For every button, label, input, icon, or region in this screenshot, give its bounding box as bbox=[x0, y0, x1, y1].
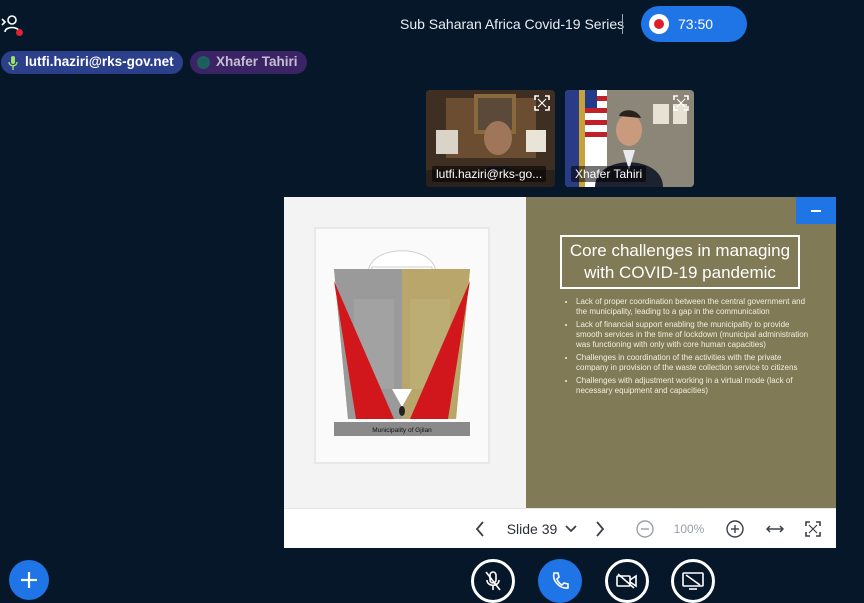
slide-select-toggle[interactable] bbox=[564, 509, 578, 548]
slide-logo-panel: Municipality of Gjilan bbox=[284, 197, 526, 508]
webcam-username: Xhafer Tahiri bbox=[571, 166, 647, 182]
logo-caption: Municipality of Gjilan bbox=[372, 427, 432, 434]
fullscreen-icon[interactable] bbox=[673, 95, 689, 111]
audio-button[interactable] bbox=[538, 559, 582, 603]
slide-bullet: Challenges in coordination of the activi… bbox=[576, 353, 816, 373]
webcam-username: lutfi.haziri@rks-go... bbox=[432, 166, 547, 182]
municipality-logo: Municipality of Gjilan bbox=[334, 250, 470, 436]
slide-bullet: Lack of proper coordination between the … bbox=[576, 297, 816, 317]
mute-button[interactable] bbox=[471, 559, 515, 603]
meeting-title: Sub Saharan Africa Covid-19 Series bbox=[400, 16, 625, 32]
plus-icon bbox=[21, 572, 37, 588]
zoom-in-icon bbox=[726, 519, 744, 538]
presentation-toolbar: Slide 39 100% bbox=[284, 508, 836, 548]
slide-bullet: Challenges with adjustment working in a … bbox=[576, 376, 816, 396]
slide-select[interactable]: Slide 39 bbox=[502, 509, 562, 548]
zoom-out-button[interactable] bbox=[634, 509, 656, 548]
talker-name: Xhafer Tahiri bbox=[216, 54, 298, 69]
slide-bullet-list: Lack of proper coordination between the … bbox=[564, 297, 816, 399]
fit-width-icon bbox=[766, 524, 784, 533]
slide-title: Core challenges in managing with COVID-1… bbox=[560, 235, 800, 289]
talker-indicator[interactable]: lutfi.haziri@rks-gov.net bbox=[1, 51, 183, 74]
phone-icon bbox=[552, 572, 569, 589]
chevron-left-icon bbox=[475, 520, 484, 537]
mic-off-icon bbox=[485, 571, 501, 591]
municipality-logo-frame: Municipality of Gjilan bbox=[314, 227, 490, 464]
actions-button[interactable] bbox=[9, 560, 49, 600]
screenshare-off-icon bbox=[682, 572, 704, 590]
presentation-area: Municipality of Gjilan Core challenges i… bbox=[284, 197, 836, 548]
fullscreen-icon[interactable] bbox=[534, 95, 550, 111]
notification-dot bbox=[16, 29, 23, 36]
talker-name: lutfi.haziri@rks-gov.net bbox=[25, 54, 174, 69]
fit-screen-button[interactable] bbox=[802, 509, 824, 548]
zoom-level: 100% bbox=[673, 521, 705, 536]
camera-button[interactable] bbox=[605, 559, 649, 603]
slide-bullet: Lack of financial support enabling the m… bbox=[576, 320, 816, 350]
previous-slide-button[interactable] bbox=[470, 509, 490, 548]
zoom-in-button[interactable] bbox=[724, 509, 746, 548]
zoom-out-icon bbox=[636, 519, 654, 538]
webcam-tile[interactable]: Xhafer Tahiri bbox=[565, 90, 694, 187]
chevron-down-icon bbox=[565, 524, 577, 532]
recording-button[interactable]: 73:50 bbox=[641, 6, 747, 42]
mic-icon bbox=[8, 56, 18, 70]
webcam-tile[interactable]: lutfi.haziri@rks-go... bbox=[426, 90, 555, 187]
slide-content-panel: Core challenges in managing with COVID-1… bbox=[526, 197, 836, 508]
screenshare-button[interactable] bbox=[671, 559, 715, 603]
users-toggle-button[interactable] bbox=[0, 10, 30, 40]
fit-width-button[interactable] bbox=[764, 509, 786, 548]
chevron-right-icon bbox=[596, 520, 605, 537]
talker-indicator[interactable]: Xhafer Tahiri bbox=[190, 51, 307, 74]
title-divider bbox=[622, 14, 623, 34]
minimize-icon[interactable] bbox=[796, 197, 836, 224]
video-off-icon bbox=[616, 573, 637, 589]
fit-screen-icon bbox=[805, 520, 821, 537]
recording-time: 73:50 bbox=[678, 16, 714, 32]
next-slide-button[interactable] bbox=[590, 509, 610, 548]
muted-indicator-icon bbox=[197, 56, 210, 69]
record-icon bbox=[649, 14, 669, 34]
